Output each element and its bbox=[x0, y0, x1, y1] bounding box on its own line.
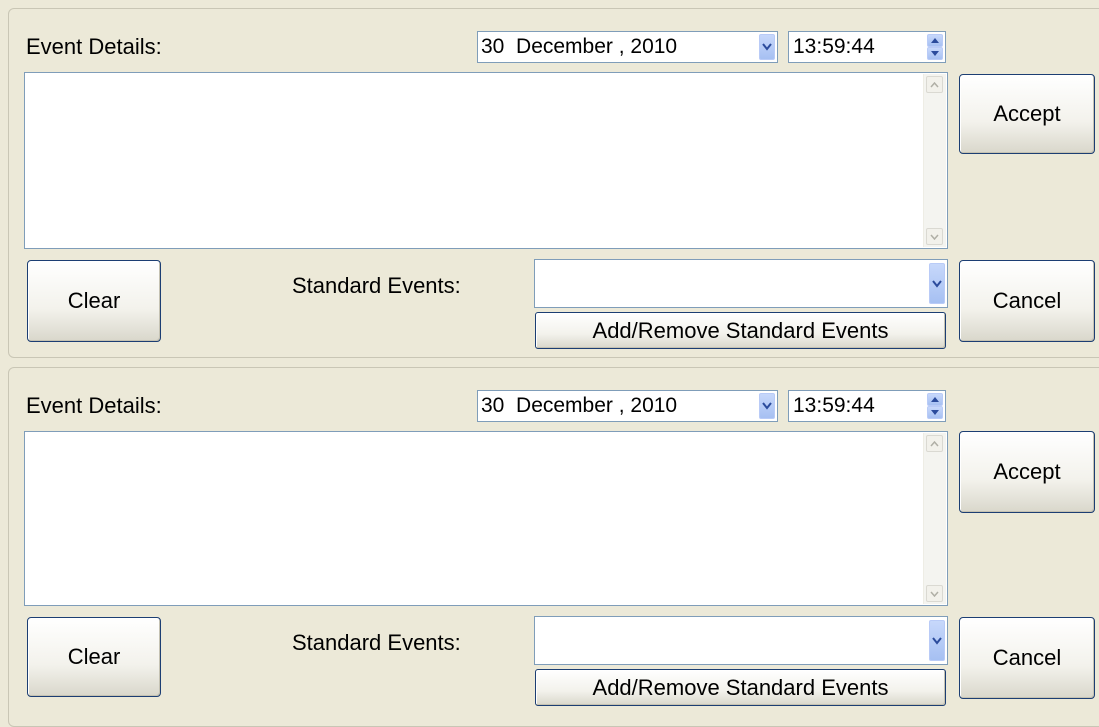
spin-down-icon[interactable] bbox=[927, 47, 943, 60]
vertical-scrollbar[interactable] bbox=[923, 74, 946, 247]
chevron-down-icon[interactable] bbox=[759, 34, 775, 60]
event-details-label: Event Details: bbox=[26, 34, 162, 59]
standard-events-select[interactable] bbox=[534, 616, 948, 665]
date-picker[interactable]: 30 December , 2010 bbox=[477, 390, 778, 422]
date-value: 30 December , 2010 bbox=[481, 394, 678, 417]
standard-events-select[interactable] bbox=[534, 259, 948, 308]
accept-button[interactable]: Accept bbox=[959, 74, 1095, 154]
add-remove-standard-events-button[interactable]: Add/Remove Standard Events bbox=[535, 312, 946, 349]
time-spinner[interactable] bbox=[927, 34, 943, 60]
time-spinner[interactable] bbox=[927, 393, 943, 419]
accept-button[interactable]: Accept bbox=[959, 431, 1095, 513]
date-value: 30 December , 2010 bbox=[481, 35, 678, 58]
clear-button[interactable]: Clear bbox=[27, 260, 161, 342]
time-value: 13:59:44 bbox=[793, 394, 875, 417]
time-value: 13:59:44 bbox=[793, 35, 875, 58]
standard-events-label: Standard Events: bbox=[292, 630, 461, 655]
spin-up-icon[interactable] bbox=[927, 34, 943, 47]
time-picker[interactable]: 13:59:44 bbox=[788, 390, 946, 422]
event-panel-2: Event Details: 30 December , 2010 13:59:… bbox=[8, 367, 1099, 727]
vertical-scrollbar[interactable] bbox=[923, 433, 946, 604]
scroll-down-arrow-icon[interactable] bbox=[926, 585, 943, 602]
event-details-textarea[interactable] bbox=[24, 72, 948, 249]
event-panel-1: Event Details: 30 December , 2010 13:59:… bbox=[8, 8, 1099, 358]
event-details-label: Event Details: bbox=[26, 393, 162, 418]
scroll-up-arrow-icon[interactable] bbox=[926, 435, 943, 452]
add-remove-standard-events-button[interactable]: Add/Remove Standard Events bbox=[535, 669, 946, 706]
scroll-up-arrow-icon[interactable] bbox=[926, 76, 943, 93]
chevron-down-icon[interactable] bbox=[759, 393, 775, 419]
spin-down-icon[interactable] bbox=[927, 406, 943, 419]
cancel-button[interactable]: Cancel bbox=[959, 617, 1095, 699]
time-picker[interactable]: 13:59:44 bbox=[788, 31, 946, 63]
date-picker[interactable]: 30 December , 2010 bbox=[477, 31, 778, 63]
scroll-down-arrow-icon[interactable] bbox=[926, 228, 943, 245]
chevron-down-icon[interactable] bbox=[929, 263, 945, 304]
chevron-down-icon[interactable] bbox=[929, 620, 945, 661]
clear-button[interactable]: Clear bbox=[27, 617, 161, 697]
spin-up-icon[interactable] bbox=[927, 393, 943, 406]
event-details-textarea[interactable] bbox=[24, 431, 948, 606]
standard-events-label: Standard Events: bbox=[292, 273, 461, 298]
cancel-button[interactable]: Cancel bbox=[959, 260, 1095, 342]
